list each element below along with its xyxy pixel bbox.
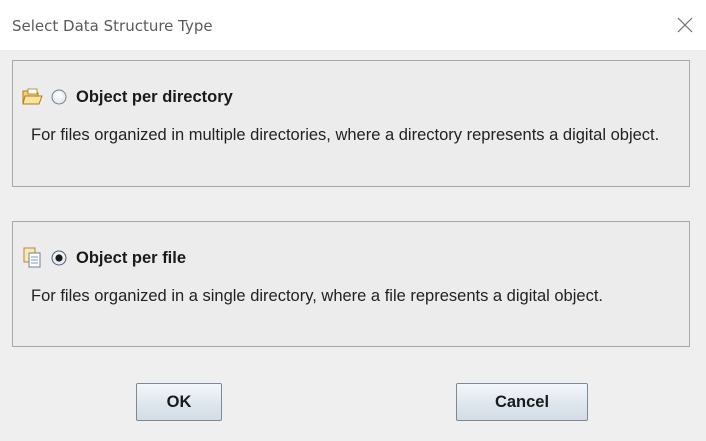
cancel-button[interactable]: Cancel: [456, 383, 588, 421]
dialog-title: Select Data Structure Type: [12, 17, 213, 35]
dialog-content: Object per directory For files organized…: [0, 50, 706, 441]
close-button[interactable]: [672, 12, 698, 38]
ok-button[interactable]: OK: [136, 383, 222, 421]
option-description-object-per-file: For files organized in a single director…: [31, 287, 603, 305]
option-header-object-per-directory[interactable]: Object per directory: [22, 86, 233, 108]
close-icon: [677, 17, 693, 33]
file-copy-icon: [22, 247, 44, 269]
radio-object-per-file[interactable]: [50, 249, 68, 267]
folder-icon: [22, 86, 44, 108]
option-panel-object-per-directory[interactable]: Object per directory For files organized…: [12, 60, 690, 187]
radio-object-per-directory[interactable]: [50, 88, 68, 106]
select-data-structure-dialog: Select Data Structure Type Object per di…: [0, 0, 706, 441]
option-header-object-per-file[interactable]: Object per file: [22, 247, 186, 269]
option-description-object-per-directory: For files organized in multiple director…: [31, 126, 660, 144]
option-label-object-per-file: Object per file: [76, 248, 187, 267]
title-bar: Select Data Structure Type: [0, 0, 706, 50]
option-panel-object-per-file[interactable]: Object per file For files organized in a…: [12, 221, 690, 347]
option-label-object-per-directory: Object per directory: [76, 87, 233, 106]
